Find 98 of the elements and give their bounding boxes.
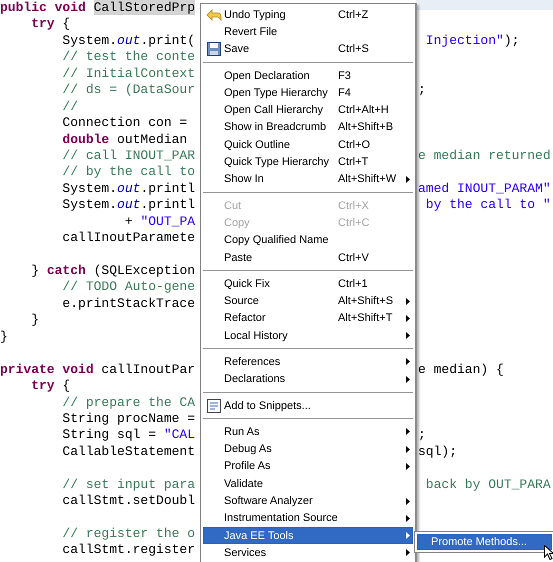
code-field: out bbox=[117, 32, 140, 48]
menu-item[interactable]: Show in Breadcrumb Alt+Shift+B bbox=[203, 118, 413, 136]
menu-item[interactable]: Undo Typing Ctrl+Z bbox=[203, 6, 413, 24]
code-comment: back by OUT_PARA bbox=[424, 476, 551, 492]
menu-item[interactable]: Copy Qualified Name bbox=[203, 232, 413, 249]
menu-item[interactable]: Open Declaration F3 bbox=[203, 66, 413, 84]
code-comment: // bbox=[61, 98, 78, 114]
menu-item[interactable]: Declarations bbox=[203, 370, 413, 388]
code-comment: // ds = (DataSour bbox=[61, 82, 196, 98]
code-text: } bbox=[30, 312, 40, 328]
menu-item[interactable]: Run As bbox=[203, 423, 413, 441]
code-comment: // prepare the CA bbox=[61, 394, 196, 410]
menu-item[interactable]: Add to Snippets... bbox=[203, 396, 413, 414]
code-text: .printl bbox=[140, 180, 196, 196]
code-text: e.printStackTrace bbox=[61, 296, 196, 311]
menu-item[interactable]: Refactor Alt+Shift+T bbox=[203, 310, 413, 328]
code-text: } bbox=[0, 328, 8, 344]
menu-item[interactable]: Services bbox=[203, 544, 413, 562]
code-string: by the call to " bbox=[424, 197, 551, 212]
menu-item[interactable]: Software Analyzer bbox=[203, 492, 413, 510]
code-comment: e median returned bbox=[418, 148, 551, 163]
menu-item[interactable]: References bbox=[203, 353, 413, 371]
menu-item[interactable]: Paste Ctrl+V bbox=[203, 248, 413, 266]
code-text: System. bbox=[61, 180, 118, 196]
menu-item[interactable]: Profile As bbox=[203, 458, 413, 476]
menu-item[interactable]: Java EE Tools bbox=[203, 527, 413, 544]
code-text: { bbox=[61, 16, 70, 32]
code-text: e median) { bbox=[418, 362, 504, 377]
submenu-arrow-icon bbox=[406, 514, 410, 522]
menu-item[interactable]: Open Call Hierarchy Ctrl+Alt+H bbox=[203, 101, 413, 119]
document-icon bbox=[206, 398, 220, 413]
code-keyword: try bbox=[30, 378, 55, 394]
code-text: callStmt.register bbox=[61, 542, 196, 558]
menu-item[interactable]: Revert File bbox=[203, 23, 413, 41]
submenu-arrow-icon bbox=[406, 298, 410, 305]
submenu-arrow-icon bbox=[406, 549, 410, 556]
curved-arrow-icon bbox=[206, 8, 222, 22]
submenu-arrow-icon bbox=[406, 332, 410, 340]
submenu-arrow-icon bbox=[406, 314, 410, 322]
code-text: outMedian bbox=[116, 132, 188, 146]
code-text: (SQLException bbox=[92, 263, 196, 278]
menu-item[interactable]: Quick Outline Ctrl+O bbox=[203, 136, 413, 154]
menu-item[interactable]: Local History bbox=[203, 327, 413, 344]
code-text: ); bbox=[504, 32, 520, 48]
code-comment: // register the o bbox=[61, 526, 196, 541]
code-text: callInoutParamete bbox=[61, 230, 196, 246]
submenu-arrow-icon bbox=[406, 176, 410, 183]
code-text: System. bbox=[61, 32, 118, 48]
code-text: ; bbox=[418, 427, 426, 442]
menu-item[interactable]: Source Alt+Shift+S bbox=[203, 292, 413, 310]
code-text: + bbox=[124, 214, 134, 229]
code-keyword: public void bbox=[0, 0, 87, 15]
code-keyword: double bbox=[61, 132, 110, 146]
menu-item[interactable]: Debug As bbox=[203, 440, 413, 458]
code-comment: // test the conte bbox=[61, 49, 196, 64]
code-text: System. bbox=[61, 197, 118, 212]
code-string: "OUT_PA bbox=[140, 214, 196, 229]
code-text: ; bbox=[418, 82, 426, 98]
code-comment: // InitialContext bbox=[61, 66, 196, 81]
submenu-arrow-icon bbox=[406, 428, 410, 436]
code-text: callInoutPar bbox=[100, 362, 196, 377]
code-text: Connection con = bbox=[61, 115, 188, 130]
code-text: } bbox=[30, 263, 40, 278]
code-comment: // by the call to bbox=[61, 164, 196, 180]
code-field: out bbox=[117, 180, 140, 196]
code-comment: // set input para bbox=[61, 476, 196, 492]
code-comment: // call INOUT_PAR bbox=[61, 148, 196, 163]
code-text: String sql = bbox=[61, 427, 158, 442]
menu-item[interactable]: Save Ctrl+S bbox=[203, 40, 413, 58]
menu-item[interactable]: Quick Type Hierarchy Ctrl+T bbox=[203, 153, 413, 171]
submenu-arrow-icon bbox=[406, 498, 410, 505]
submenu-arrow-icon bbox=[406, 376, 410, 383]
code-string: amed INOUT_PARAM" bbox=[418, 180, 551, 196]
code-text: sql); bbox=[418, 444, 458, 459]
menu-item[interactable]: Promote Methods... bbox=[417, 534, 552, 550]
code-text: CallableStatement bbox=[61, 444, 196, 459]
code-field: out bbox=[117, 197, 140, 212]
menu-item[interactable]: Open Type Hierarchy F4 bbox=[203, 84, 413, 102]
menu-item[interactable]: Validate bbox=[203, 475, 413, 492]
code-keyword: try bbox=[30, 16, 55, 32]
submenu-arrow-icon bbox=[406, 532, 410, 540]
code-text: String procName = bbox=[61, 410, 196, 426]
code-text: callStmt.setDoubl bbox=[61, 493, 196, 508]
menu-item[interactable]: Show In Alt+Shift+W bbox=[203, 170, 413, 188]
code-string: Injection" bbox=[424, 32, 504, 48]
code-text: .printl bbox=[140, 197, 196, 212]
highlighted-identifier: CallStoredPrp bbox=[94, 0, 196, 15]
code-text: { bbox=[61, 378, 70, 394]
code-text: .print( bbox=[140, 32, 196, 48]
code-string: "CAL bbox=[164, 427, 196, 442]
submenu-arrow-icon bbox=[406, 358, 410, 366]
code-keyword: catch bbox=[46, 263, 86, 278]
code-comment: // TODO Auto-gene bbox=[61, 279, 196, 294]
menu-item[interactable]: Instrumentation Source bbox=[203, 510, 413, 528]
code-keyword: private void bbox=[0, 362, 94, 377]
menu-item[interactable]: Quick Fix Ctrl+1 bbox=[203, 275, 413, 292]
submenu-arrow-icon bbox=[406, 446, 410, 453]
submenu-arrow-icon bbox=[406, 462, 410, 470]
